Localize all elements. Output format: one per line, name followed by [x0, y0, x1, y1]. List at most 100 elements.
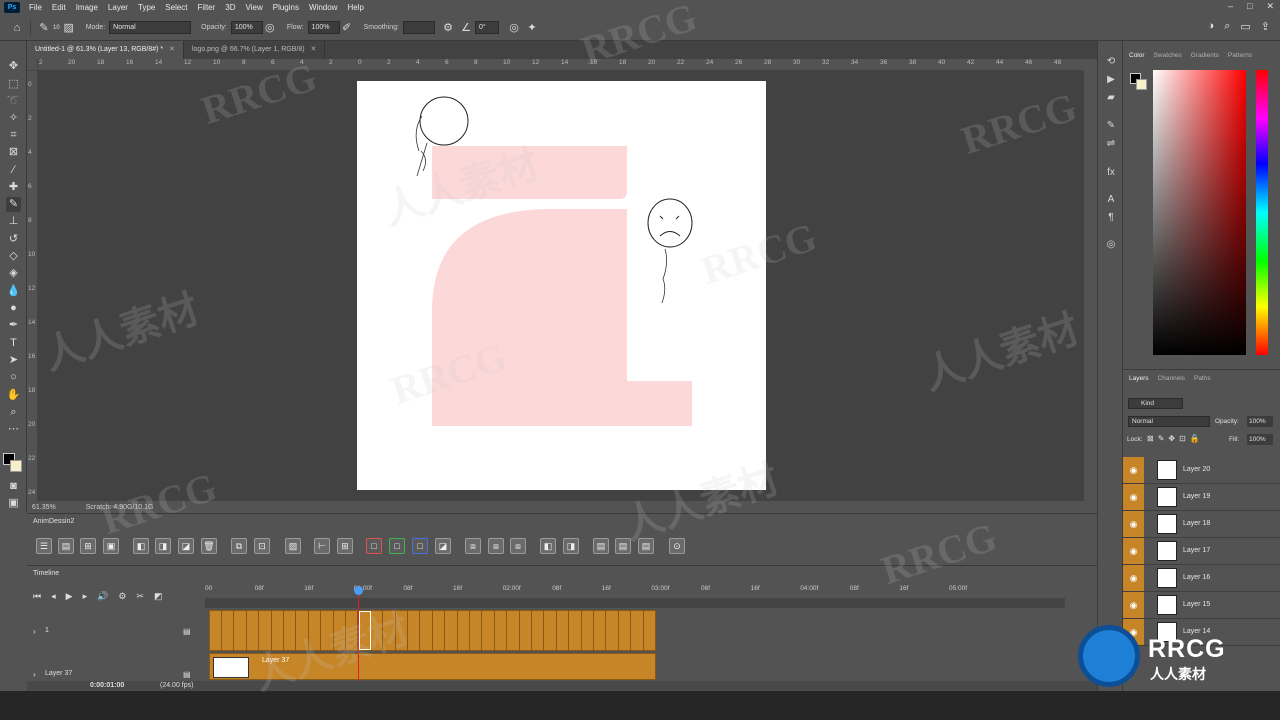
close-icon[interactable]: ✕: [1266, 1, 1274, 12]
smoothing-input[interactable]: [403, 21, 435, 34]
type-tool-icon[interactable]: T: [6, 336, 21, 351]
background-color-swatch[interactable]: [10, 460, 22, 472]
green-square-icon[interactable]: □: [389, 538, 405, 554]
frame-clips-track[interactable]: [209, 610, 656, 651]
audio-icon[interactable]: 🔊: [97, 591, 108, 602]
track-options-icon[interactable]: ▤: [183, 627, 191, 636]
frame-clip[interactable]: [632, 611, 644, 650]
split-icon[interactable]: ✂: [136, 591, 144, 602]
duplicate-icon[interactable]: ⧉: [231, 538, 247, 554]
frame-clip[interactable]: [247, 611, 260, 650]
menu-view[interactable]: View: [241, 3, 268, 12]
eraser-tool-icon[interactable]: ◇: [6, 249, 21, 264]
tab-patterns[interactable]: Patterns: [1228, 52, 1252, 59]
layer-filter-select[interactable]: Kind: [1128, 398, 1183, 409]
hue-slider[interactable]: [1256, 70, 1268, 355]
menu-layer[interactable]: Layer: [103, 3, 133, 12]
paint-bucket-tool-icon[interactable]: ◈: [6, 266, 21, 281]
frame-clip[interactable]: [334, 611, 346, 650]
layer-37-clip[interactable]: Layer 37: [209, 653, 656, 680]
flip-left-icon[interactable]: ⧈: [465, 538, 481, 554]
pen-tool-icon[interactable]: ✒: [6, 318, 21, 333]
stack-icon[interactable]: ▤: [58, 538, 74, 554]
red-square-icon[interactable]: □: [366, 538, 382, 554]
flip-mid-icon[interactable]: ⧈: [488, 538, 504, 554]
brush-size[interactable]: 10: [53, 25, 60, 31]
pressure-size-icon[interactable]: ◎: [507, 21, 521, 35]
frame-clip[interactable]: [607, 611, 619, 650]
frame-clip[interactable]: [421, 611, 433, 650]
menu-type[interactable]: Type: [133, 3, 160, 12]
frame-clip[interactable]: [644, 611, 656, 650]
next-frame-icon[interactable]: ▸: [83, 591, 88, 602]
layer-row[interactable]: ◉ Layer 18: [1123, 511, 1280, 538]
paragraph-icon[interactable]: ¶: [1104, 211, 1118, 225]
layer-row[interactable]: ◉ Layer 16: [1123, 565, 1280, 592]
frame-clip[interactable]: [297, 611, 309, 650]
eye-icon[interactable]: ◉: [1123, 457, 1144, 483]
close-icon[interactable]: ✕: [169, 46, 175, 53]
frame-clip[interactable]: [371, 611, 384, 650]
actions-play-icon[interactable]: ▶: [1104, 73, 1118, 87]
healing-tool-icon[interactable]: ✚: [6, 180, 21, 195]
frame-clip[interactable]: [284, 611, 297, 650]
frame-copy-icon[interactable]: ◪: [178, 538, 194, 554]
home-icon[interactable]: ⌂: [10, 21, 24, 35]
screen-mode-icon[interactable]: ▣: [6, 496, 21, 511]
frame-clip[interactable]: [458, 611, 470, 650]
tab-swatches[interactable]: Swatches: [1154, 52, 1182, 59]
mode-select[interactable]: Normal: [109, 21, 192, 34]
frame-clip[interactable]: [520, 611, 532, 650]
menu-plugins[interactable]: Plugins: [268, 3, 304, 12]
eye-icon[interactable]: ◉: [1123, 484, 1144, 510]
magic-wand-tool-icon[interactable]: ✧: [6, 111, 21, 126]
render-icon[interactable]: ⊙: [669, 538, 685, 554]
blue-square-icon[interactable]: □: [412, 538, 428, 554]
menu-edit[interactable]: Edit: [47, 3, 71, 12]
frame-clip[interactable]: [384, 611, 396, 650]
eye-icon[interactable]: ◉: [1123, 511, 1144, 537]
brushes-icon[interactable]: ✎: [1104, 119, 1118, 133]
current-time[interactable]: 0:00:01:00: [90, 682, 124, 689]
track-options-icon[interactable]: ▤: [183, 670, 191, 679]
move-tool-icon[interactable]: ✥: [6, 59, 21, 74]
frame-after-icon[interactable]: ◨: [155, 538, 171, 554]
libraries-icon[interactable]: ▰: [1104, 91, 1118, 105]
eye-icon[interactable]: ◉: [1123, 592, 1144, 618]
select-icon[interactable]: ⊡: [254, 538, 270, 554]
share-icon[interactable]: ◑: [1208, 20, 1215, 33]
menu-image[interactable]: Image: [71, 3, 103, 12]
menu-select[interactable]: Select: [160, 3, 192, 12]
share-export-icon[interactable]: ⇪: [1261, 20, 1270, 33]
layer-row[interactable]: ◉ Layer 19: [1123, 484, 1280, 511]
play-icon[interactable]: ▶: [66, 591, 73, 602]
smoothing-settings-icon[interactable]: ⚙: [441, 21, 455, 35]
properties-icon[interactable]: ◎: [1104, 238, 1118, 252]
layer-row[interactable]: ◉ Layer 20: [1123, 457, 1280, 484]
dodge-tool-icon[interactable]: ●: [6, 301, 21, 316]
track-expand-icon[interactable]: ›: [33, 670, 36, 679]
minimize-icon[interactable]: –: [1228, 1, 1233, 12]
frame-tool-icon[interactable]: ⊠: [6, 145, 21, 160]
frame-clip[interactable]: [408, 611, 421, 650]
eye-icon[interactable]: ◉: [1123, 538, 1144, 564]
frame-clip[interactable]: [210, 611, 222, 650]
frame-clip[interactable]: [594, 611, 607, 650]
first-frame-icon[interactable]: ⏮: [33, 591, 41, 602]
brush-settings-icon[interactable]: ▨: [62, 21, 76, 35]
save-icon[interactable]: ▣: [103, 538, 119, 554]
next-key-icon[interactable]: ◨: [563, 538, 579, 554]
export-icon[interactable]: ▤: [593, 538, 609, 554]
hand-tool-icon[interactable]: ✋: [6, 388, 21, 403]
frame-clip[interactable]: [322, 611, 334, 650]
extend-icon[interactable]: ⊢: [314, 538, 330, 554]
layer-row[interactable]: ◉ Layer 17: [1123, 538, 1280, 565]
character-icon[interactable]: A: [1104, 193, 1118, 207]
zoom-tool-icon[interactable]: ⌕: [6, 405, 21, 420]
stamp-tool-icon[interactable]: ⊥: [6, 214, 21, 229]
frame-clip[interactable]: [272, 611, 284, 650]
delete-icon[interactable]: 🗑: [201, 538, 217, 554]
color-field[interactable]: [1153, 70, 1246, 355]
onion-icon[interactable]: ▨: [285, 538, 301, 554]
tab-logo[interactable]: logo.png @ 66.7% (Layer 1, RGB/8) ✕: [183, 41, 326, 59]
